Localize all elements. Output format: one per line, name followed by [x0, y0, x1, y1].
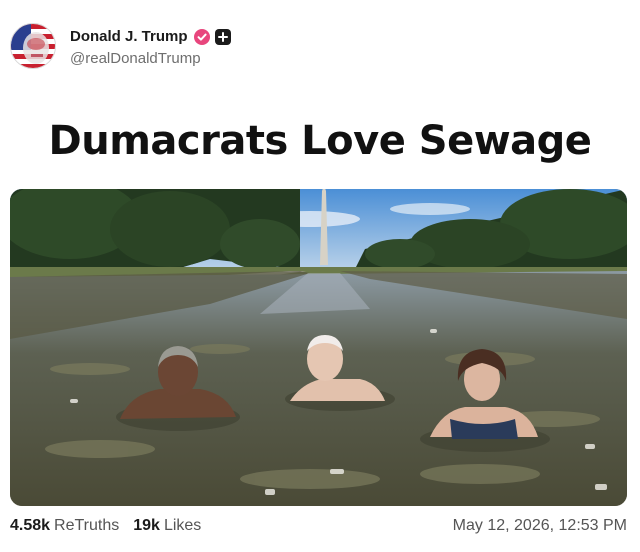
author-identity: Donald J. Trump @realDonaldTrump — [70, 26, 231, 67]
likes-count[interactable]: 19k — [133, 517, 160, 535]
flag-portrait-image — [11, 24, 55, 68]
verified-badge-icon — [193, 28, 210, 45]
display-name[interactable]: Donald J. Trump — [70, 28, 188, 45]
post-footer: 4.58k ReTruths 19k Likes May 12, 2026, 1… — [10, 517, 627, 541]
handle[interactable]: @realDonaldTrump — [70, 50, 231, 67]
post-headline: Dumacrats Love Sewage — [48, 118, 592, 164]
post-header: Donald J. Trump @realDonaldTrump — [10, 22, 231, 70]
plus-badge-icon — [214, 28, 231, 45]
reflecting-pool-image — [10, 189, 627, 506]
post-stats: 4.58k ReTruths 19k Likes — [10, 517, 201, 535]
retruths-label[interactable]: ReTruths — [54, 517, 119, 535]
post-timestamp[interactable]: May 12, 2026, 12:53 PM — [453, 517, 627, 535]
post-image[interactable] — [10, 189, 627, 506]
likes-label[interactable]: Likes — [164, 517, 201, 535]
truth-post: Donald J. Trump @realDonaldTrump Dumacra… — [0, 0, 640, 552]
avatar[interactable] — [10, 23, 56, 69]
retruths-count[interactable]: 4.58k — [10, 517, 50, 535]
